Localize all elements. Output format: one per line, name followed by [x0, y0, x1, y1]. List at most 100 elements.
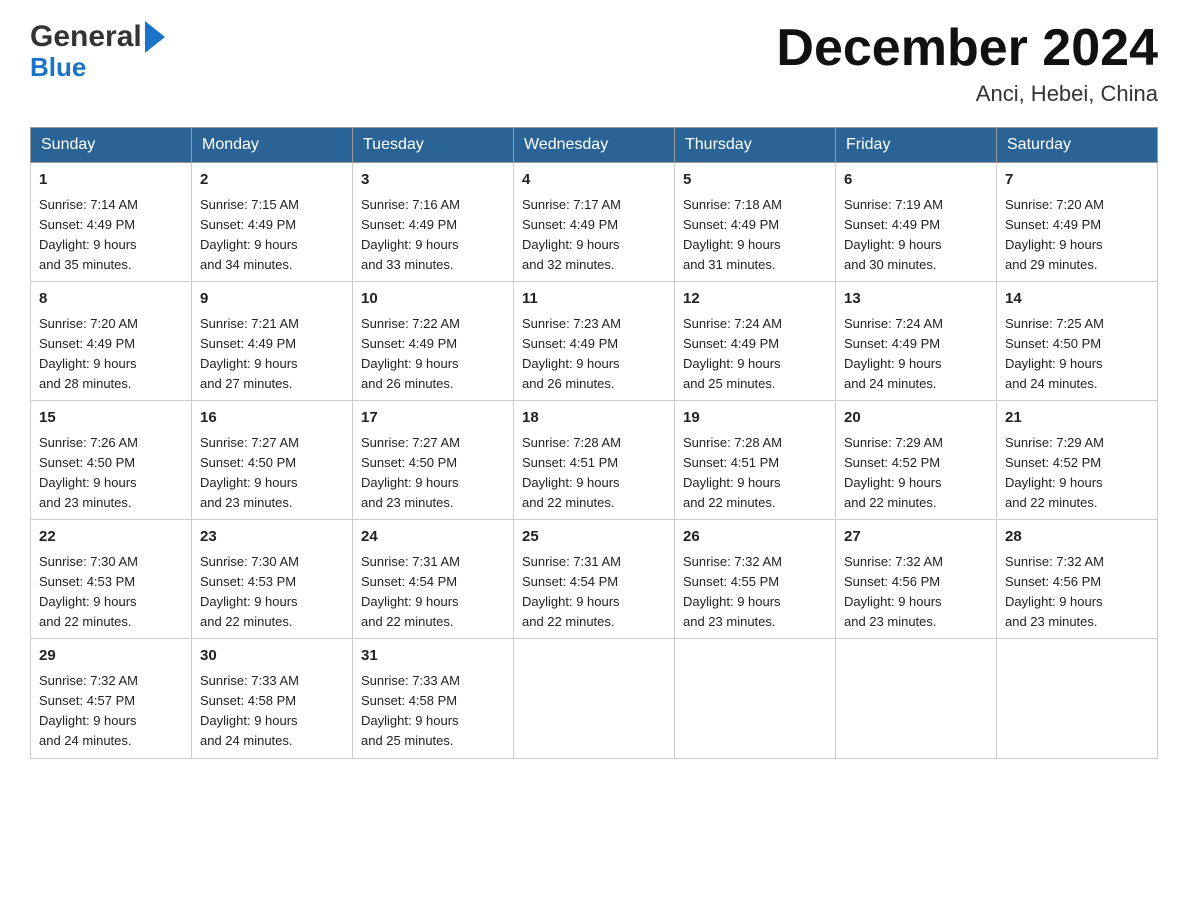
- day-info: Sunrise: 7:26 AMSunset: 4:50 PMDaylight:…: [39, 435, 138, 510]
- calendar-cell: 11 Sunrise: 7:23 AMSunset: 4:49 PMDaylig…: [514, 282, 675, 401]
- day-info: Sunrise: 7:24 AMSunset: 4:49 PMDaylight:…: [683, 316, 782, 391]
- calendar-cell: 21 Sunrise: 7:29 AMSunset: 4:52 PMDaylig…: [997, 401, 1158, 520]
- day-info: Sunrise: 7:22 AMSunset: 4:49 PMDaylight:…: [361, 316, 460, 391]
- calendar-cell: 17 Sunrise: 7:27 AMSunset: 4:50 PMDaylig…: [353, 401, 514, 520]
- day-info: Sunrise: 7:31 AMSunset: 4:54 PMDaylight:…: [522, 554, 621, 629]
- day-number: 24: [361, 526, 505, 549]
- day-info: Sunrise: 7:15 AMSunset: 4:49 PMDaylight:…: [200, 197, 299, 272]
- calendar-cell: 12 Sunrise: 7:24 AMSunset: 4:49 PMDaylig…: [675, 282, 836, 401]
- day-info: Sunrise: 7:25 AMSunset: 4:50 PMDaylight:…: [1005, 316, 1104, 391]
- day-number: 4: [522, 169, 666, 192]
- calendar-cell: [836, 639, 997, 758]
- day-number: 16: [200, 407, 344, 430]
- calendar-week-1: 1 Sunrise: 7:14 AMSunset: 4:49 PMDayligh…: [31, 163, 1158, 282]
- day-info: Sunrise: 7:32 AMSunset: 4:56 PMDaylight:…: [1005, 554, 1104, 629]
- calendar-cell: 18 Sunrise: 7:28 AMSunset: 4:51 PMDaylig…: [514, 401, 675, 520]
- day-number: 23: [200, 526, 344, 549]
- calendar-cell: 31 Sunrise: 7:33 AMSunset: 4:58 PMDaylig…: [353, 639, 514, 758]
- day-info: Sunrise: 7:31 AMSunset: 4:54 PMDaylight:…: [361, 554, 460, 629]
- calendar-cell: [675, 639, 836, 758]
- day-info: Sunrise: 7:27 AMSunset: 4:50 PMDaylight:…: [361, 435, 460, 510]
- day-info: Sunrise: 7:32 AMSunset: 4:57 PMDaylight:…: [39, 673, 138, 748]
- day-info: Sunrise: 7:33 AMSunset: 4:58 PMDaylight:…: [361, 673, 460, 748]
- day-number: 22: [39, 526, 183, 549]
- calendar-cell: 22 Sunrise: 7:30 AMSunset: 4:53 PMDaylig…: [31, 520, 192, 639]
- month-title: December 2024: [776, 20, 1158, 77]
- calendar-cell: 19 Sunrise: 7:28 AMSunset: 4:51 PMDaylig…: [675, 401, 836, 520]
- day-info: Sunrise: 7:19 AMSunset: 4:49 PMDaylight:…: [844, 197, 943, 272]
- column-header-tuesday: Tuesday: [353, 128, 514, 163]
- day-info: Sunrise: 7:24 AMSunset: 4:49 PMDaylight:…: [844, 316, 943, 391]
- calendar-cell: 9 Sunrise: 7:21 AMSunset: 4:49 PMDayligh…: [192, 282, 353, 401]
- calendar-cell: 15 Sunrise: 7:26 AMSunset: 4:50 PMDaylig…: [31, 401, 192, 520]
- calendar-cell: 7 Sunrise: 7:20 AMSunset: 4:49 PMDayligh…: [997, 163, 1158, 282]
- calendar-table: SundayMondayTuesdayWednesdayThursdayFrid…: [30, 127, 1158, 758]
- column-header-monday: Monday: [192, 128, 353, 163]
- day-info: Sunrise: 7:20 AMSunset: 4:49 PMDaylight:…: [1005, 197, 1104, 272]
- day-number: 20: [844, 407, 988, 430]
- calendar-cell: 14 Sunrise: 7:25 AMSunset: 4:50 PMDaylig…: [997, 282, 1158, 401]
- calendar-cell: 3 Sunrise: 7:16 AMSunset: 4:49 PMDayligh…: [353, 163, 514, 282]
- calendar-cell: 30 Sunrise: 7:33 AMSunset: 4:58 PMDaylig…: [192, 639, 353, 758]
- calendar-cell: 28 Sunrise: 7:32 AMSunset: 4:56 PMDaylig…: [997, 520, 1158, 639]
- column-header-thursday: Thursday: [675, 128, 836, 163]
- day-number: 25: [522, 526, 666, 549]
- day-info: Sunrise: 7:32 AMSunset: 4:56 PMDaylight:…: [844, 554, 943, 629]
- day-info: Sunrise: 7:18 AMSunset: 4:49 PMDaylight:…: [683, 197, 782, 272]
- calendar-cell: 2 Sunrise: 7:15 AMSunset: 4:49 PMDayligh…: [192, 163, 353, 282]
- day-number: 17: [361, 407, 505, 430]
- logo-general-text: General: [30, 20, 142, 54]
- calendar-cell: 8 Sunrise: 7:20 AMSunset: 4:49 PMDayligh…: [31, 282, 192, 401]
- page-header: General Blue December 2024 Anci, Hebei, …: [30, 20, 1158, 107]
- title-area: December 2024 Anci, Hebei, China: [776, 20, 1158, 107]
- calendar-cell: 1 Sunrise: 7:14 AMSunset: 4:49 PMDayligh…: [31, 163, 192, 282]
- day-number: 2: [200, 169, 344, 192]
- calendar-cell: 27 Sunrise: 7:32 AMSunset: 4:56 PMDaylig…: [836, 520, 997, 639]
- day-number: 10: [361, 288, 505, 311]
- column-header-saturday: Saturday: [997, 128, 1158, 163]
- calendar-week-2: 8 Sunrise: 7:20 AMSunset: 4:49 PMDayligh…: [31, 282, 1158, 401]
- day-number: 9: [200, 288, 344, 311]
- calendar-cell: 4 Sunrise: 7:17 AMSunset: 4:49 PMDayligh…: [514, 163, 675, 282]
- column-header-wednesday: Wednesday: [514, 128, 675, 163]
- calendar-cell: [997, 639, 1158, 758]
- day-info: Sunrise: 7:28 AMSunset: 4:51 PMDaylight:…: [683, 435, 782, 510]
- day-number: 12: [683, 288, 827, 311]
- day-info: Sunrise: 7:33 AMSunset: 4:58 PMDaylight:…: [200, 673, 299, 748]
- calendar-cell: 5 Sunrise: 7:18 AMSunset: 4:49 PMDayligh…: [675, 163, 836, 282]
- calendar-cell: 13 Sunrise: 7:24 AMSunset: 4:49 PMDaylig…: [836, 282, 997, 401]
- day-number: 6: [844, 169, 988, 192]
- day-number: 18: [522, 407, 666, 430]
- calendar-cell: 24 Sunrise: 7:31 AMSunset: 4:54 PMDaylig…: [353, 520, 514, 639]
- calendar-cell: 20 Sunrise: 7:29 AMSunset: 4:52 PMDaylig…: [836, 401, 997, 520]
- day-info: Sunrise: 7:27 AMSunset: 4:50 PMDaylight:…: [200, 435, 299, 510]
- day-info: Sunrise: 7:16 AMSunset: 4:49 PMDaylight:…: [361, 197, 460, 272]
- logo-triangle-icon: [145, 21, 165, 53]
- day-info: Sunrise: 7:29 AMSunset: 4:52 PMDaylight:…: [844, 435, 943, 510]
- calendar-cell: 25 Sunrise: 7:31 AMSunset: 4:54 PMDaylig…: [514, 520, 675, 639]
- day-number: 31: [361, 645, 505, 668]
- calendar-cell: 6 Sunrise: 7:19 AMSunset: 4:49 PMDayligh…: [836, 163, 997, 282]
- calendar-header-row: SundayMondayTuesdayWednesdayThursdayFrid…: [31, 128, 1158, 163]
- day-info: Sunrise: 7:20 AMSunset: 4:49 PMDaylight:…: [39, 316, 138, 391]
- calendar-week-5: 29 Sunrise: 7:32 AMSunset: 4:57 PMDaylig…: [31, 639, 1158, 758]
- day-info: Sunrise: 7:32 AMSunset: 4:55 PMDaylight:…: [683, 554, 782, 629]
- day-info: Sunrise: 7:29 AMSunset: 4:52 PMDaylight:…: [1005, 435, 1104, 510]
- day-number: 30: [200, 645, 344, 668]
- day-info: Sunrise: 7:17 AMSunset: 4:49 PMDaylight:…: [522, 197, 621, 272]
- day-number: 11: [522, 288, 666, 311]
- calendar-cell: 29 Sunrise: 7:32 AMSunset: 4:57 PMDaylig…: [31, 639, 192, 758]
- calendar-cell: 23 Sunrise: 7:30 AMSunset: 4:53 PMDaylig…: [192, 520, 353, 639]
- day-number: 5: [683, 169, 827, 192]
- day-info: Sunrise: 7:28 AMSunset: 4:51 PMDaylight:…: [522, 435, 621, 510]
- calendar-cell: 26 Sunrise: 7:32 AMSunset: 4:55 PMDaylig…: [675, 520, 836, 639]
- day-number: 29: [39, 645, 183, 668]
- calendar-cell: 16 Sunrise: 7:27 AMSunset: 4:50 PMDaylig…: [192, 401, 353, 520]
- day-number: 3: [361, 169, 505, 192]
- column-header-friday: Friday: [836, 128, 997, 163]
- day-number: 26: [683, 526, 827, 549]
- calendar-week-3: 15 Sunrise: 7:26 AMSunset: 4:50 PMDaylig…: [31, 401, 1158, 520]
- day-number: 14: [1005, 288, 1149, 311]
- location-text: Anci, Hebei, China: [776, 81, 1158, 107]
- day-info: Sunrise: 7:14 AMSunset: 4:49 PMDaylight:…: [39, 197, 138, 272]
